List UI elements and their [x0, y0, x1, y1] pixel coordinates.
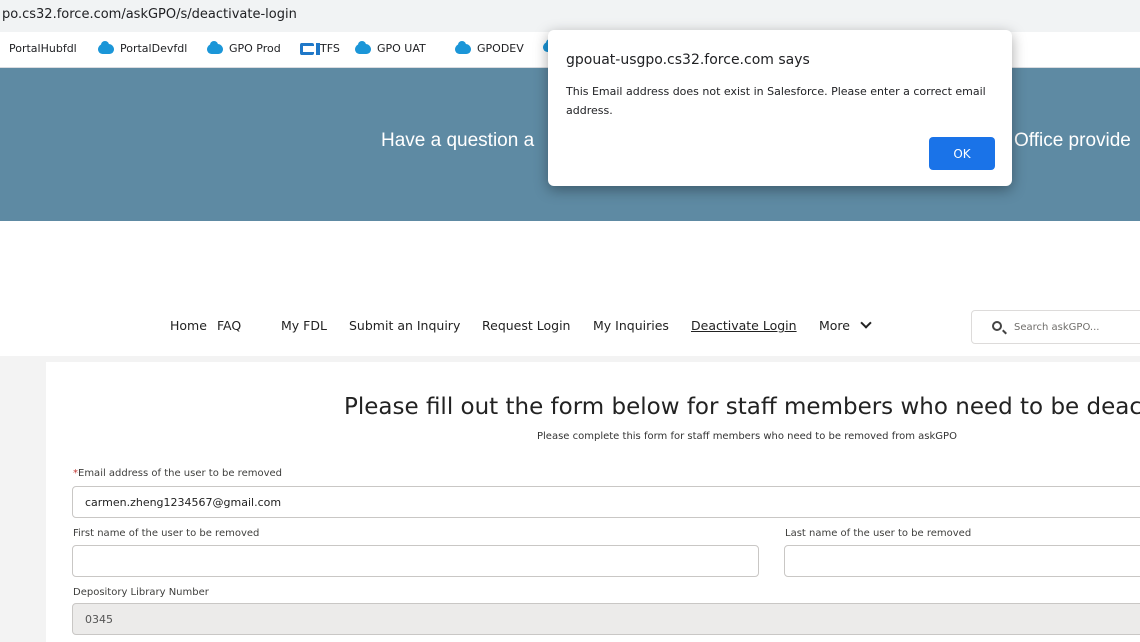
- salesforce-cloud-icon: [455, 40, 471, 54]
- bookmark-portalhubfdl[interactable]: PortalHubfdl: [9, 42, 77, 55]
- ok-button[interactable]: OK: [929, 137, 995, 170]
- nav-request-login[interactable]: Request Login: [482, 318, 570, 333]
- nav-deactivate-login[interactable]: Deactivate Login: [691, 318, 797, 333]
- library-number-label: Depository Library Number: [73, 587, 209, 598]
- nav-faq[interactable]: FAQ: [217, 318, 241, 333]
- url-text[interactable]: po.cs32.force.com/askGPO/s/deactivate-lo…: [2, 7, 297, 22]
- form-title: Please fill out the form below for staff…: [344, 394, 1140, 420]
- bookmark-gpo-prod[interactable]: GPO Prod: [207, 40, 281, 55]
- nav-my-inquiries[interactable]: My Inquiries: [593, 318, 669, 333]
- last-name-field[interactable]: [784, 545, 1140, 577]
- search-icon: [992, 321, 1002, 331]
- bookmark-label: PortalHubfdl: [9, 42, 77, 55]
- bookmark-label: GPO Prod: [229, 42, 281, 55]
- email-label-text: Email address of the user to be removed: [78, 468, 283, 479]
- tfs-icon: [300, 42, 320, 55]
- last-name-label: Last name of the user to be removed: [785, 528, 972, 539]
- salesforce-cloud-icon: [98, 40, 114, 54]
- form-subtitle: Please complete this form for staff memb…: [537, 431, 957, 442]
- nav-more[interactable]: More: [819, 317, 872, 333]
- hero-text-right: Office provide: [1014, 130, 1131, 151]
- salesforce-cloud-icon: [355, 40, 371, 54]
- nav-home[interactable]: Home: [170, 318, 207, 333]
- bookmark-label: PortalDevfdl: [120, 42, 188, 55]
- bookmark-portaldevfdl[interactable]: PortalDevfdl: [98, 40, 188, 55]
- nav-more-label: More: [819, 318, 850, 333]
- first-name-field[interactable]: [72, 545, 759, 577]
- bookmark-gpodev[interactable]: GPODEV: [455, 40, 524, 55]
- first-name-label: First name of the user to be removed: [73, 528, 260, 539]
- alert-dialog: gpouat-usgpo.cs32.force.com says This Em…: [548, 30, 1012, 186]
- nav-my-fdl[interactable]: My FDL: [281, 318, 327, 333]
- bookmark-label: GPODEV: [477, 42, 524, 55]
- dialog-message: This Email address does not exist in Sal…: [566, 85, 986, 117]
- bookmark-gpo-uat[interactable]: GPO UAT: [355, 40, 426, 55]
- search-input[interactable]: [1014, 311, 1140, 343]
- bookmark-label: GPO UAT: [377, 42, 426, 55]
- bookmark-tfs[interactable]: TFS: [300, 42, 340, 55]
- hero-text-left: Have a question a: [381, 130, 535, 151]
- dialog-title: gpouat-usgpo.cs32.force.com says: [566, 52, 810, 68]
- search-box[interactable]: [971, 310, 1140, 344]
- email-field[interactable]: [72, 486, 1140, 518]
- email-label: *Email address of the user to be removed: [73, 468, 282, 479]
- chevron-down-icon: [860, 317, 872, 329]
- salesforce-cloud-icon: [207, 40, 223, 54]
- library-number-field: [72, 603, 1140, 635]
- site-nav: Home FAQ My FDL Submit an Inquiry Reques…: [0, 310, 1140, 356]
- address-bar[interactable]: po.cs32.force.com/askGPO/s/deactivate-lo…: [0, 0, 1140, 32]
- bookmark-label: TFS: [320, 42, 340, 55]
- nav-submit-inquiry[interactable]: Submit an Inquiry: [349, 318, 460, 333]
